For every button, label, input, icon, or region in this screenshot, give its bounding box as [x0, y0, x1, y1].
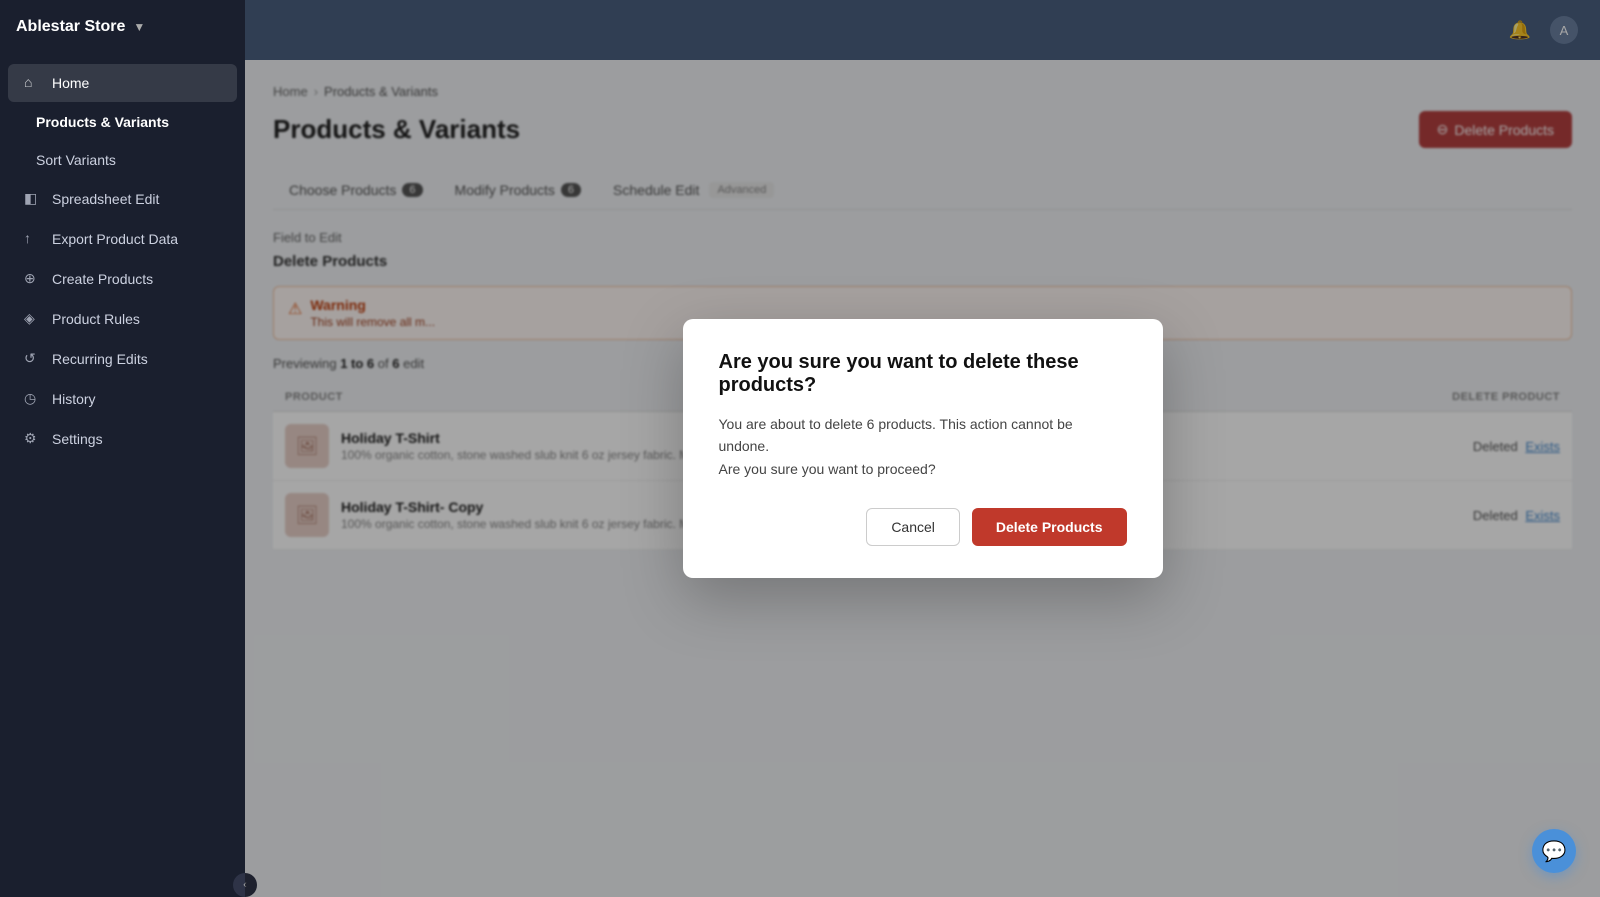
sidebar-item-label: Home: [52, 75, 89, 91]
home-icon: ⌂: [24, 74, 42, 92]
modal-overlay: Are you sure you want to delete these pr…: [245, 0, 1600, 897]
rules-icon: ◈: [24, 310, 42, 328]
modal-body: You are about to delete 6 products. This…: [719, 413, 1127, 480]
sidebar-item-recurring-edits[interactable]: ↺ Recurring Edits: [8, 340, 237, 378]
sidebar-item-label: Product Rules: [52, 311, 140, 327]
sidebar-item-home[interactable]: ⌂ Home: [8, 64, 237, 102]
chat-icon: 💬: [1542, 839, 1567, 864]
sidebar-item-label: Recurring Edits: [52, 351, 148, 367]
modal-body-line1: You are about to delete 6 products. This…: [719, 413, 1127, 458]
sidebar-item-spreadsheet-edit[interactable]: ◧ Spreadsheet Edit: [8, 180, 237, 218]
settings-icon: ⚙: [24, 430, 42, 448]
main-content: 🔔 A Home › Products & Variants Products …: [245, 0, 1600, 897]
sidebar-item-create-products[interactable]: ⊕ Create Products: [8, 260, 237, 298]
sidebar-item-label: Settings: [52, 431, 103, 447]
sidebar-item-settings[interactable]: ⚙ Settings: [8, 420, 237, 458]
confirm-delete-modal: Are you sure you want to delete these pr…: [683, 319, 1163, 578]
sidebar-item-products-variants[interactable]: Products & Variants: [8, 104, 237, 140]
recurring-icon: ↺: [24, 350, 42, 368]
sidebar-item-label: History: [52, 391, 96, 407]
sidebar-item-label: Spreadsheet Edit: [52, 191, 159, 207]
sidebar-item-label: Export Product Data: [52, 231, 178, 247]
sidebar: Ablestar Store ▼ ⌂ Home Products & Varia…: [0, 0, 245, 897]
sidebar-item-label: Create Products: [52, 271, 153, 287]
sidebar-item-history[interactable]: ◷ History: [8, 380, 237, 418]
store-header[interactable]: Ablestar Store ▼: [0, 0, 245, 54]
store-name: Ablestar Store: [16, 18, 125, 36]
spreadsheet-icon: ◧: [24, 190, 42, 208]
modal-title: Are you sure you want to delete these pr…: [719, 351, 1127, 397]
create-icon: ⊕: [24, 270, 42, 288]
modal-actions: Cancel Delete Products: [719, 508, 1127, 546]
sidebar-item-label: Products & Variants: [36, 114, 169, 130]
delete-products-button[interactable]: Delete Products: [972, 508, 1127, 546]
chat-support-button[interactable]: 💬: [1532, 829, 1576, 873]
modal-body-line2: Are you sure you want to proceed?: [719, 458, 1127, 480]
sidebar-item-sort-variants[interactable]: Sort Variants: [8, 142, 237, 178]
cancel-button[interactable]: Cancel: [866, 508, 960, 546]
sidebar-item-label: Sort Variants: [36, 152, 116, 168]
store-chevron: ▼: [133, 20, 145, 34]
sidebar-nav: ⌂ Home Products & Variants Sort Variants…: [0, 54, 245, 873]
export-icon: ↑: [24, 230, 42, 248]
sidebar-item-export-product-data[interactable]: ↑ Export Product Data: [8, 220, 237, 258]
sidebar-item-product-rules[interactable]: ◈ Product Rules: [8, 300, 237, 338]
history-icon: ◷: [24, 390, 42, 408]
